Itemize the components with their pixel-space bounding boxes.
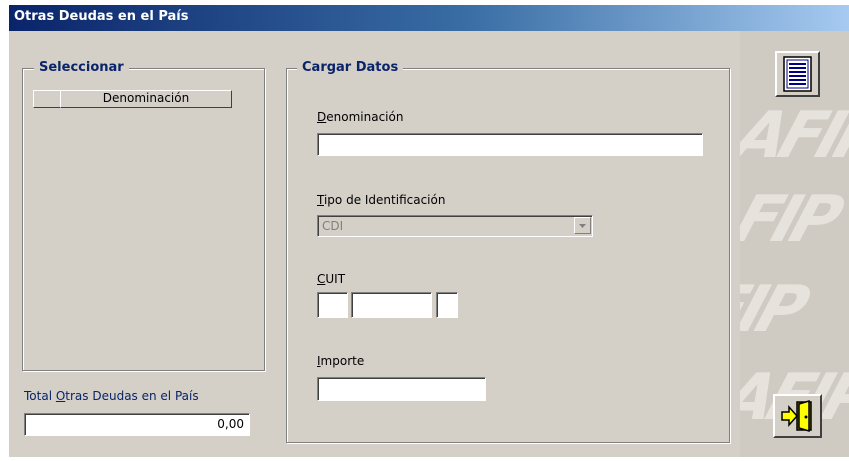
form-group-title: Cargar Datos [297,60,404,75]
dropdown-button[interactable] [574,217,591,234]
watermark-logo: AFIP [740,273,812,347]
total-label: Total Otras Deudas en el País [24,389,199,403]
form-group: Cargar Datos Denominación Tipo de Identi… [286,60,730,443]
select-group: Seleccionar Denominación [22,60,265,371]
column-header-denominacion[interactable]: Denominación [60,90,232,108]
watermark-logo: AFIP [740,183,846,257]
title-bar[interactable]: Otras Deudas en el País [9,5,849,31]
importe-input[interactable] [317,377,486,401]
tipo-identificacion-value: CDI [322,219,344,233]
watermark-logo: AFIP [740,99,849,173]
select-list[interactable]: Denominación [33,90,233,110]
list-view-button[interactable] [775,51,820,97]
tipo-identificacion-label: Tipo de Identificación [317,193,446,207]
row-indicator-header[interactable] [33,90,61,108]
total-field: 0,00 [24,413,250,436]
cuit-prefix-input[interactable] [317,292,348,318]
select-group-title: Seleccionar [34,60,129,75]
total-value: 0,00 [217,417,244,431]
denominacion-label: Denominación [317,110,404,124]
window: Otras Deudas en el País Seleccionar Deno… [9,5,849,457]
document-list-icon [783,56,812,92]
importe-label: Importe [317,354,365,368]
denominacion-input[interactable] [317,133,703,156]
cuit-label: CUIT [317,272,346,286]
cuit-check-digit-input[interactable] [436,292,458,318]
chevron-down-icon [579,224,586,228]
exit-button[interactable] [773,394,822,438]
tipo-identificacion-select[interactable]: CDI [317,215,593,237]
window-title: Otras Deudas en el País [14,9,189,24]
exit-door-icon [781,399,812,433]
cuit-number-input[interactable] [351,292,432,318]
